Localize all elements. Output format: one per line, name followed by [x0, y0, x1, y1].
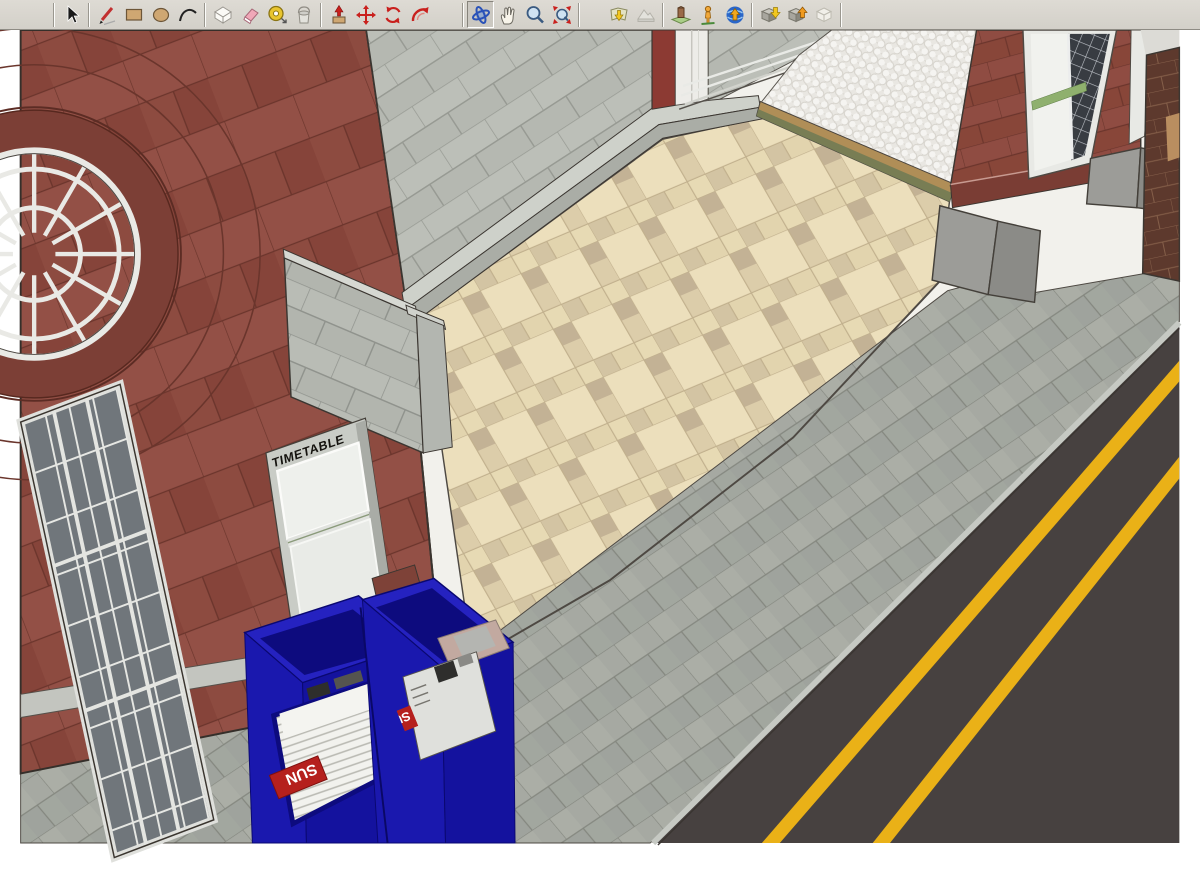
get-models-icon — [759, 4, 781, 26]
select-tool-button[interactable] — [58, 1, 85, 28]
zoom-extents-icon — [551, 4, 573, 26]
model-scene: TIMETABLE SUN — [0, 30, 1200, 872]
share-component-icon — [813, 4, 835, 26]
toolbar-separator — [751, 3, 753, 27]
line-tool-button[interactable] — [93, 1, 120, 28]
pan-tool-button[interactable] — [494, 1, 521, 28]
eraser-tool-button[interactable] — [236, 1, 263, 28]
rotate-icon — [382, 4, 404, 26]
toolbar-spacer — [433, 0, 459, 29]
place-model-icon — [670, 4, 692, 26]
zoom-tool-button[interactable] — [521, 1, 548, 28]
move-icon — [355, 4, 377, 26]
photo-textures-button[interactable] — [694, 1, 721, 28]
offset-icon — [409, 4, 431, 26]
toolbar-separator — [662, 3, 664, 27]
zoom-icon — [524, 4, 546, 26]
dark-brick-wall — [1143, 47, 1180, 281]
paint-bucket-button[interactable] — [290, 1, 317, 28]
toggle-terrain-icon — [635, 4, 657, 26]
circle-tool-button[interactable] — [147, 1, 174, 28]
zoom-extents-button[interactable] — [548, 1, 575, 28]
toolbar-spacer — [0, 0, 50, 29]
arc-icon — [177, 4, 199, 26]
toolbar-separator — [204, 3, 206, 27]
toolbar-separator — [462, 3, 464, 27]
rectangle-icon — [123, 4, 145, 26]
push-pull-button[interactable] — [325, 1, 352, 28]
toolbar-separator — [320, 3, 322, 27]
toolbar-separator — [840, 3, 842, 27]
tape-measure-icon — [266, 4, 288, 26]
pan-icon — [497, 4, 519, 26]
get-current-view-icon — [608, 4, 630, 26]
toolbar-separator — [88, 3, 90, 27]
3d-viewport[interactable]: TIMETABLE SUN — [0, 30, 1200, 872]
toolbar-separator — [578, 3, 580, 27]
get-models-button[interactable] — [756, 1, 783, 28]
paint-bucket-icon — [293, 4, 315, 26]
make-component-button[interactable] — [209, 1, 236, 28]
make-component-icon — [212, 4, 234, 26]
sketchup-window: TIMETABLE SUN — [0, 0, 1200, 872]
arc-tool-button[interactable] — [174, 1, 201, 28]
select-icon — [61, 4, 83, 26]
place-model-button[interactable] — [667, 1, 694, 28]
orbit-tool-button[interactable] — [467, 1, 494, 28]
stone-base-right — [988, 221, 1040, 302]
tape-measure-button[interactable] — [263, 1, 290, 28]
toolbar-spacer — [583, 0, 605, 29]
move-tool-button[interactable] — [352, 1, 379, 28]
toggle-terrain-button[interactable] — [632, 1, 659, 28]
main-toolbar — [0, 0, 1200, 30]
push-pull-icon — [328, 4, 350, 26]
google-earth-icon — [724, 4, 746, 26]
share-model-icon — [786, 4, 808, 26]
share-model-button[interactable] — [783, 1, 810, 28]
photo-textures-icon — [697, 4, 719, 26]
line-icon — [96, 4, 118, 26]
rectangle-tool-button[interactable] — [120, 1, 147, 28]
circle-icon — [150, 4, 172, 26]
offset-tool-button[interactable] — [406, 1, 433, 28]
stone-base-left — [932, 206, 998, 295]
eraser-icon — [239, 4, 261, 26]
share-component-button[interactable] — [810, 1, 837, 28]
toolbar-separator — [53, 3, 55, 27]
orbit-icon — [470, 4, 492, 26]
google-earth-button[interactable] — [721, 1, 748, 28]
rotate-tool-button[interactable] — [379, 1, 406, 28]
red-door-jamb — [652, 30, 675, 109]
get-current-view-button[interactable] — [605, 1, 632, 28]
